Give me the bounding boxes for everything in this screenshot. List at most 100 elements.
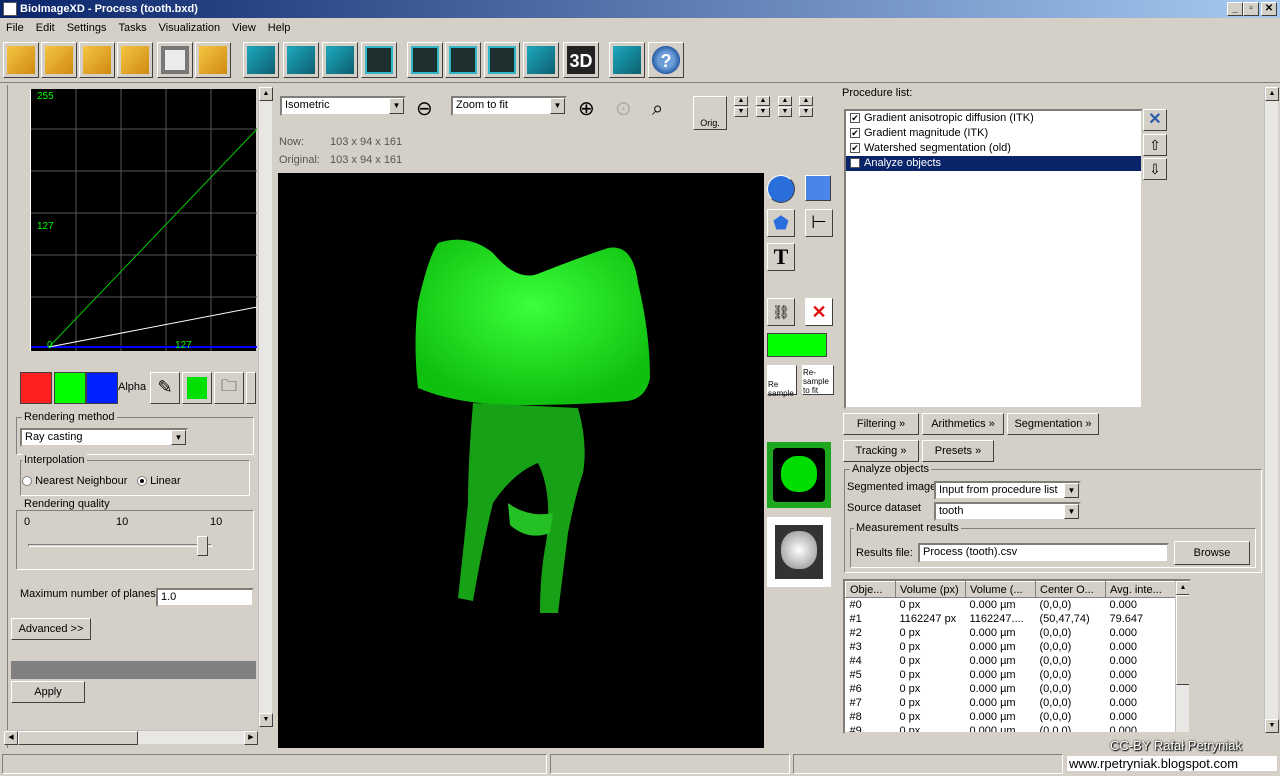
procedure-item-0[interactable]: ✔ Gradient anisotropic diffusion (ITK): [846, 111, 1141, 126]
table-row[interactable]: #2 0 px 0.000 µm (0,0,0) 0.000: [846, 626, 1178, 640]
preview-thumbnail-2[interactable]: [767, 517, 831, 587]
delete-annotation-tool[interactable]: ✕: [805, 298, 833, 326]
segmentation-button[interactable]: Segmentation »: [1007, 413, 1099, 435]
table-row[interactable]: #8 0 px 0.000 µm (0,0,0) 0.000: [846, 710, 1178, 724]
quality-slider-thumb[interactable]: [197, 536, 208, 556]
menu-visualization[interactable]: Visualization: [153, 18, 227, 38]
close-button[interactable]: ✕: [1261, 2, 1277, 16]
table-row[interactable]: #0 0 px 0.000 µm (0,0,0) 0.000: [846, 598, 1178, 613]
slice-tool-button[interactable]: [361, 42, 397, 78]
column-header[interactable]: Volume (px): [895, 581, 966, 598]
nav-up-3[interactable]: ▲: [778, 96, 792, 106]
circle-roi-tool[interactable]: [767, 175, 795, 203]
nav-down-2[interactable]: ▼: [756, 107, 770, 117]
red-channel-button[interactable]: [20, 372, 52, 404]
zoom-box-icon[interactable]: ⌕: [652, 98, 676, 122]
maximize-button[interactable]: ▫: [1243, 2, 1259, 16]
preview-thumbnail-1[interactable]: [767, 442, 831, 508]
teal-cube-button[interactable]: [243, 42, 279, 78]
left-horizontal-scrollbar[interactable]: ◀ ▶: [4, 730, 258, 745]
open-folder-small-button[interactable]: 🗀: [214, 372, 244, 404]
scroll-down-icon[interactable]: ▼: [1265, 719, 1279, 733]
blue-channel-button[interactable]: [86, 372, 118, 404]
green-color-button[interactable]: [767, 333, 827, 357]
snapshot-button[interactable]: [157, 42, 193, 78]
outline-button[interactable]: [407, 42, 443, 78]
move-up-button[interactable]: ⇧: [1143, 134, 1167, 156]
checkbox-2[interactable]: ✔: [850, 143, 860, 154]
text-tool[interactable]: T: [767, 243, 795, 271]
table-row[interactable]: #9 0 px 0.000 µm (0,0,0) 0.000: [846, 724, 1178, 732]
menu-help[interactable]: Help: [262, 18, 297, 38]
column-header[interactable]: Volume (...: [965, 581, 1036, 598]
section-button[interactable]: [484, 42, 520, 78]
quality-slider-track[interactable]: [28, 544, 212, 547]
advanced-button[interactable]: Advanced >>: [11, 618, 91, 640]
color-swatch-button[interactable]: [182, 372, 212, 404]
nav-up-4[interactable]: ▲: [799, 96, 813, 106]
3d-button[interactable]: 3D: [563, 42, 599, 78]
gallery-button[interactable]: [445, 42, 481, 78]
filtering-button[interactable]: Filtering »: [843, 413, 919, 435]
procedure-list[interactable]: ✔ Gradient anisotropic diffusion (ITK) ✔ G…: [844, 109, 1143, 409]
rendering-method-select[interactable]: Ray casting ▼: [20, 428, 188, 447]
histogram-canvas[interactable]: 255 127 0 127: [30, 89, 257, 351]
column-header[interactable]: Obje...: [845, 581, 896, 598]
zoom-fit-icon[interactable]: ⊙: [615, 98, 639, 122]
table-row[interactable]: #7 0 px 0.000 µm (0,0,0) 0.000: [846, 696, 1178, 710]
checkbox-0[interactable]: ✔: [850, 113, 860, 124]
original-button[interactable]: Orig.: [693, 96, 727, 130]
procedure-item-1[interactable]: ✔ Gradient magnitude (ITK): [846, 126, 1141, 141]
render-viewport[interactable]: [278, 173, 764, 748]
table-scroll-thumb[interactable]: [1176, 595, 1189, 685]
scroll-right-icon[interactable]: ▶: [244, 731, 258, 745]
resample-button[interactable]: Re sample: [767, 365, 797, 398]
procedure-item-2[interactable]: ✔ Watershed segmentation (old): [846, 141, 1141, 156]
nav-down-1[interactable]: ▼: [734, 107, 748, 117]
right-vertical-scrollbar[interactable]: ▲ ▼: [1264, 87, 1279, 733]
max-planes-input[interactable]: 1.0: [156, 588, 254, 607]
menu-tasks[interactable]: Tasks: [112, 18, 152, 38]
table-scrollbar[interactable]: ▲: [1175, 581, 1189, 732]
link-tool[interactable]: ⛓: [767, 298, 795, 326]
browse-button[interactable]: Browse: [1174, 541, 1250, 565]
left-vertical-scrollbar[interactable]: ▲ ▼: [258, 87, 273, 727]
nav-up-2[interactable]: ▲: [756, 96, 770, 106]
table-row[interactable]: #1 1162247 px 1162247.... (50,47,74) 79.647: [846, 612, 1178, 626]
branch-button[interactable]: [195, 42, 231, 78]
scroll-down-icon[interactable]: ▼: [259, 713, 273, 727]
h-scroll-thumb[interactable]: [18, 731, 138, 745]
table-row[interactable]: #4 0 px 0.000 µm (0,0,0) 0.000: [846, 654, 1178, 668]
move-down-button[interactable]: ⇩: [1143, 158, 1167, 180]
animator-button[interactable]: [609, 42, 645, 78]
render-button[interactable]: [523, 42, 559, 78]
column-header[interactable]: Avg. inte...: [1105, 581, 1178, 598]
green-channel-button[interactable]: [54, 372, 86, 404]
source-dataset-select[interactable]: tooth ▼: [934, 502, 1081, 521]
menu-view[interactable]: View: [226, 18, 262, 38]
zoom-in-icon[interactable]: ⊕: [578, 98, 602, 122]
radio-nearest[interactable]: Nearest Neighbour: [22, 475, 127, 487]
radio-linear[interactable]: Linear: [137, 475, 181, 487]
projection-select[interactable]: Isometric ▼: [280, 96, 406, 116]
nav-down-3[interactable]: ▼: [778, 107, 792, 117]
nav-up-1[interactable]: ▲: [734, 96, 748, 106]
segmented-image-select[interactable]: Input from procedure list ▼: [934, 481, 1081, 500]
alpha-label[interactable]: Alpha: [118, 381, 146, 393]
minimize-button[interactable]: _: [1227, 2, 1243, 16]
scroll-up-icon[interactable]: ▲: [259, 87, 273, 101]
open-folder-button[interactable]: [41, 42, 77, 78]
nav-down-4[interactable]: ▼: [799, 107, 813, 117]
checkbox-3[interactable]: ✔: [850, 158, 860, 169]
save-small-button[interactable]: [246, 372, 256, 404]
tools-button[interactable]: [79, 42, 115, 78]
table-row[interactable]: #6 0 px 0.000 µm (0,0,0) 0.000: [846, 682, 1178, 696]
help-button[interactable]: ?: [648, 42, 684, 78]
tracking-button[interactable]: Tracking »: [843, 440, 919, 462]
remove-procedure-button[interactable]: ✕: [1143, 109, 1167, 131]
tools-2-button[interactable]: [117, 42, 153, 78]
open-file-button[interactable]: [3, 42, 39, 78]
teal-cube-2-button[interactable]: [283, 42, 319, 78]
scroll-up-icon[interactable]: ▲: [1265, 87, 1279, 101]
menu-edit[interactable]: Edit: [30, 18, 61, 38]
